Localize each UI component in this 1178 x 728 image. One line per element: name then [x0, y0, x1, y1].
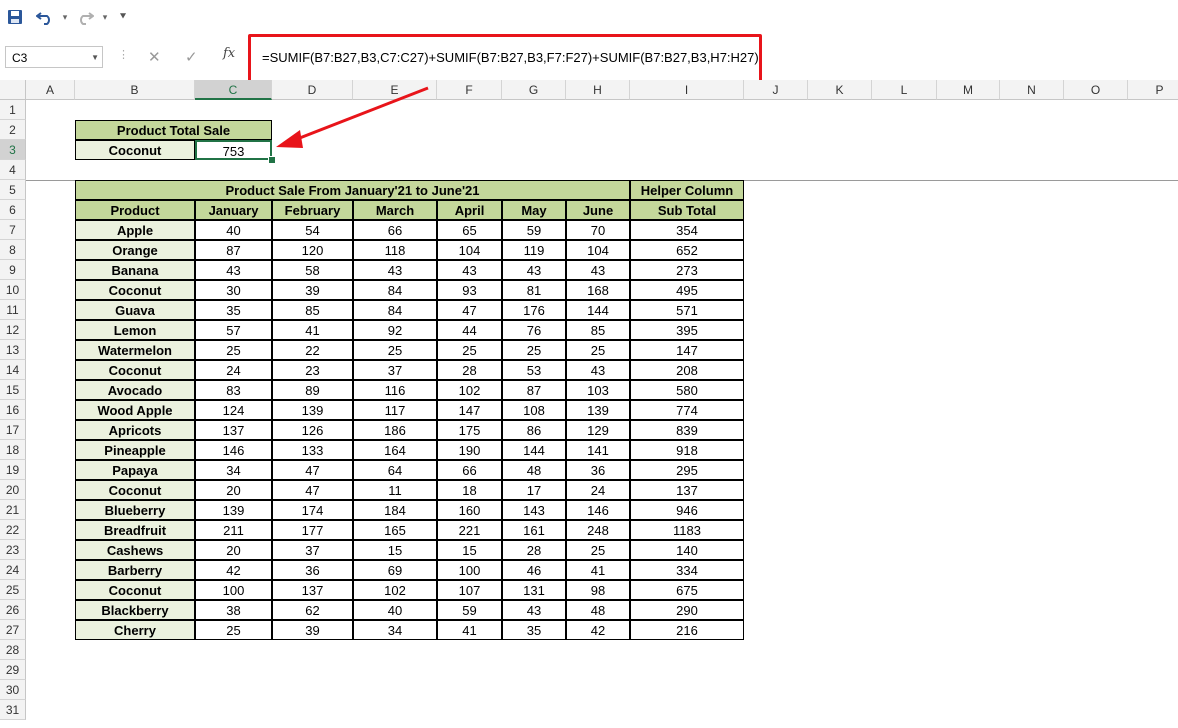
annotation-arrow	[276, 86, 429, 148]
